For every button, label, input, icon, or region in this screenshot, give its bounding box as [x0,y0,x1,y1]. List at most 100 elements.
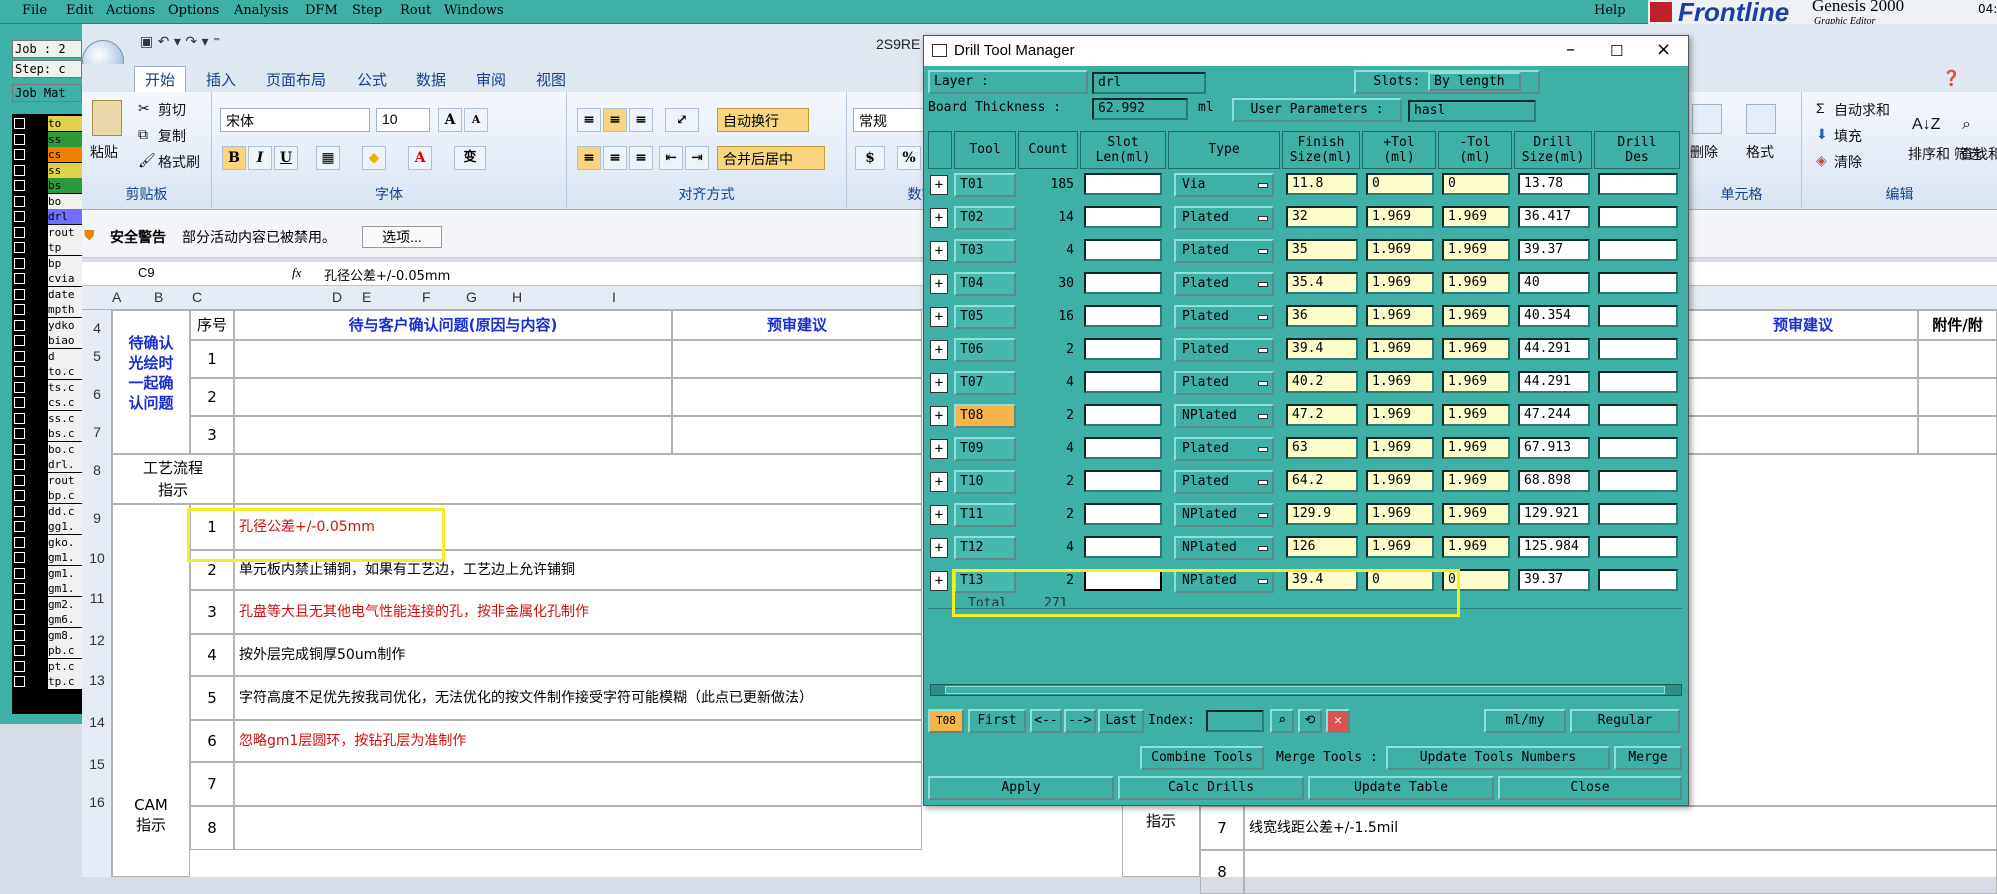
layer-row[interactable]: bs [12,178,82,193]
shrink-font-icon[interactable]: A [464,108,488,132]
board-thickness-input[interactable]: 62.992 [1092,98,1188,120]
layer-name[interactable]: gg1. [48,519,82,534]
menu-file[interactable]: File [22,3,47,18]
layer-row[interactable]: drl [12,209,82,224]
finish-size-input[interactable]: 64.2 [1286,470,1358,492]
type-select[interactable]: Plated [1174,371,1274,395]
drill-des-input[interactable] [1598,272,1678,294]
drill-size-input[interactable]: 40 [1518,272,1590,294]
slot-len-input[interactable] [1084,173,1162,195]
grow-font-icon[interactable]: A [438,108,462,132]
layer-row[interactable]: gm1. [12,550,82,565]
minus-tol-input[interactable]: 1.969 [1442,470,1510,492]
layer-checkbox[interactable] [14,474,25,486]
minus-tol-input[interactable]: 0 [1442,173,1510,195]
minus-tol-input[interactable]: 1.969 [1442,371,1510,393]
column-header[interactable]: B [154,289,163,305]
suggest-cell-right[interactable] [1688,340,1918,378]
cam-item-cell[interactable]: 孔盘等大且无其他电气性能连接的孔，按非金属化孔制作 [234,590,922,634]
slot-len-input[interactable] [1084,503,1162,525]
finish-size-input[interactable]: 35.4 [1286,272,1358,294]
layer-checkbox[interactable] [14,567,25,579]
magnifier-icon[interactable]: ⌕ [1270,709,1294,733]
row-header[interactable]: 16 [82,794,112,810]
layer-row[interactable]: ss.c [12,410,82,426]
layer-checkbox[interactable] [14,366,25,377]
italic-button[interactable]: I [248,146,272,170]
finish-size-input[interactable]: 47.2 [1286,404,1358,426]
tab-home[interactable]: 开始 [134,66,187,92]
suggest-cell[interactable] [672,416,922,454]
layer-name[interactable]: biao [48,333,82,348]
maximize-icon[interactable]: ☐ [1610,42,1623,60]
copy-button[interactable]: 复制 [158,126,186,146]
orientation-icon[interactable]: ⤢ [665,108,699,132]
drill-des-input[interactable] [1598,437,1678,459]
layer-row[interactable]: pt.c [12,658,82,674]
row-header[interactable]: 12 [82,632,112,648]
font-size-select[interactable]: 10 [376,108,430,132]
issue-cell[interactable] [234,416,672,454]
drill-des-input[interactable] [1598,371,1678,393]
column-header[interactable]: H [512,289,522,305]
right-item-cell[interactable] [1244,850,1997,894]
layer-checkbox[interactable] [14,350,25,362]
layer-name[interactable]: bo.c [48,441,82,457]
layer-name[interactable]: dd.c [48,503,82,519]
layer-name[interactable]: gm6. [48,612,82,627]
underline-button[interactable]: U [274,146,298,170]
row-header[interactable]: 10 [82,550,112,566]
row-header[interactable]: 4 [82,320,112,336]
drill-size-input[interactable]: 67.913 [1518,437,1590,459]
slot-len-input[interactable] [1084,305,1162,327]
layer-input[interactable]: drl [1092,72,1206,94]
layer-checkbox[interactable] [14,583,25,594]
suggest-cell[interactable] [672,340,922,378]
plus-tol-input[interactable]: 1.969 [1366,404,1434,426]
drill-size-input[interactable]: 36.417 [1518,206,1590,228]
slots-select[interactable]: By length [1428,72,1521,91]
drill-des-input[interactable] [1598,206,1678,228]
suggest-cell[interactable] [672,378,922,416]
layer-name[interactable]: to [48,116,82,131]
finish-size-input[interactable]: 129.9 [1286,503,1358,525]
drill-size-input[interactable]: 68.898 [1518,470,1590,492]
layer-row[interactable]: bp [12,255,82,271]
suggest-cell-right[interactable] [1688,378,1918,416]
layer-row[interactable]: bp.c [12,488,82,503]
minus-tol-input[interactable]: 1.969 [1442,536,1510,558]
plus-tol-input[interactable]: 1.969 [1366,470,1434,492]
menu-step[interactable]: Step [352,3,382,18]
tab-insert[interactable]: 插入 [206,69,236,90]
update-table-button[interactable]: Update Table [1308,776,1494,800]
minus-tol-input[interactable]: 1.969 [1442,272,1510,294]
drill-des-input[interactable] [1598,173,1678,195]
layer-row[interactable]: rout [12,224,82,240]
layer-row[interactable]: ts.c [12,379,82,395]
cut-button[interactable]: 剪切 [158,100,186,120]
type-select[interactable]: Plated [1174,338,1274,362]
layer-name[interactable]: tp [48,240,82,255]
layer-name[interactable]: date [48,286,82,302]
plus-tol-input[interactable]: 1.969 [1366,305,1434,327]
autosum-button[interactable]: 自动求和 [1834,100,1890,120]
layer-checkbox[interactable] [14,505,25,517]
calc-drills-button[interactable]: Calc Drills [1118,776,1304,800]
layer-checkbox[interactable] [14,614,25,625]
security-options-button[interactable]: 选项... [362,226,442,248]
expand-icon[interactable]: + [930,439,948,459]
increase-indent-icon[interactable]: ⇥ [685,146,709,170]
drill-des-input[interactable] [1598,503,1678,525]
type-select[interactable]: Plated [1174,305,1274,329]
align-center-icon[interactable]: ≡ [603,146,627,170]
issue-cell[interactable] [234,340,672,378]
right-blank-cell[interactable] [1688,454,1997,806]
help-icon[interactable]: ❓ [1942,69,1961,87]
finish-size-input[interactable]: 32 [1286,206,1358,228]
layer-checkbox[interactable] [14,195,25,207]
border-icon[interactable]: ▦ [316,146,340,170]
align-right-icon[interactable]: ≡ [629,146,653,170]
layer-checkbox[interactable] [14,412,25,424]
name-box[interactable]: C9 [138,265,155,280]
menu-analysis[interactable]: Analysis [234,3,289,18]
